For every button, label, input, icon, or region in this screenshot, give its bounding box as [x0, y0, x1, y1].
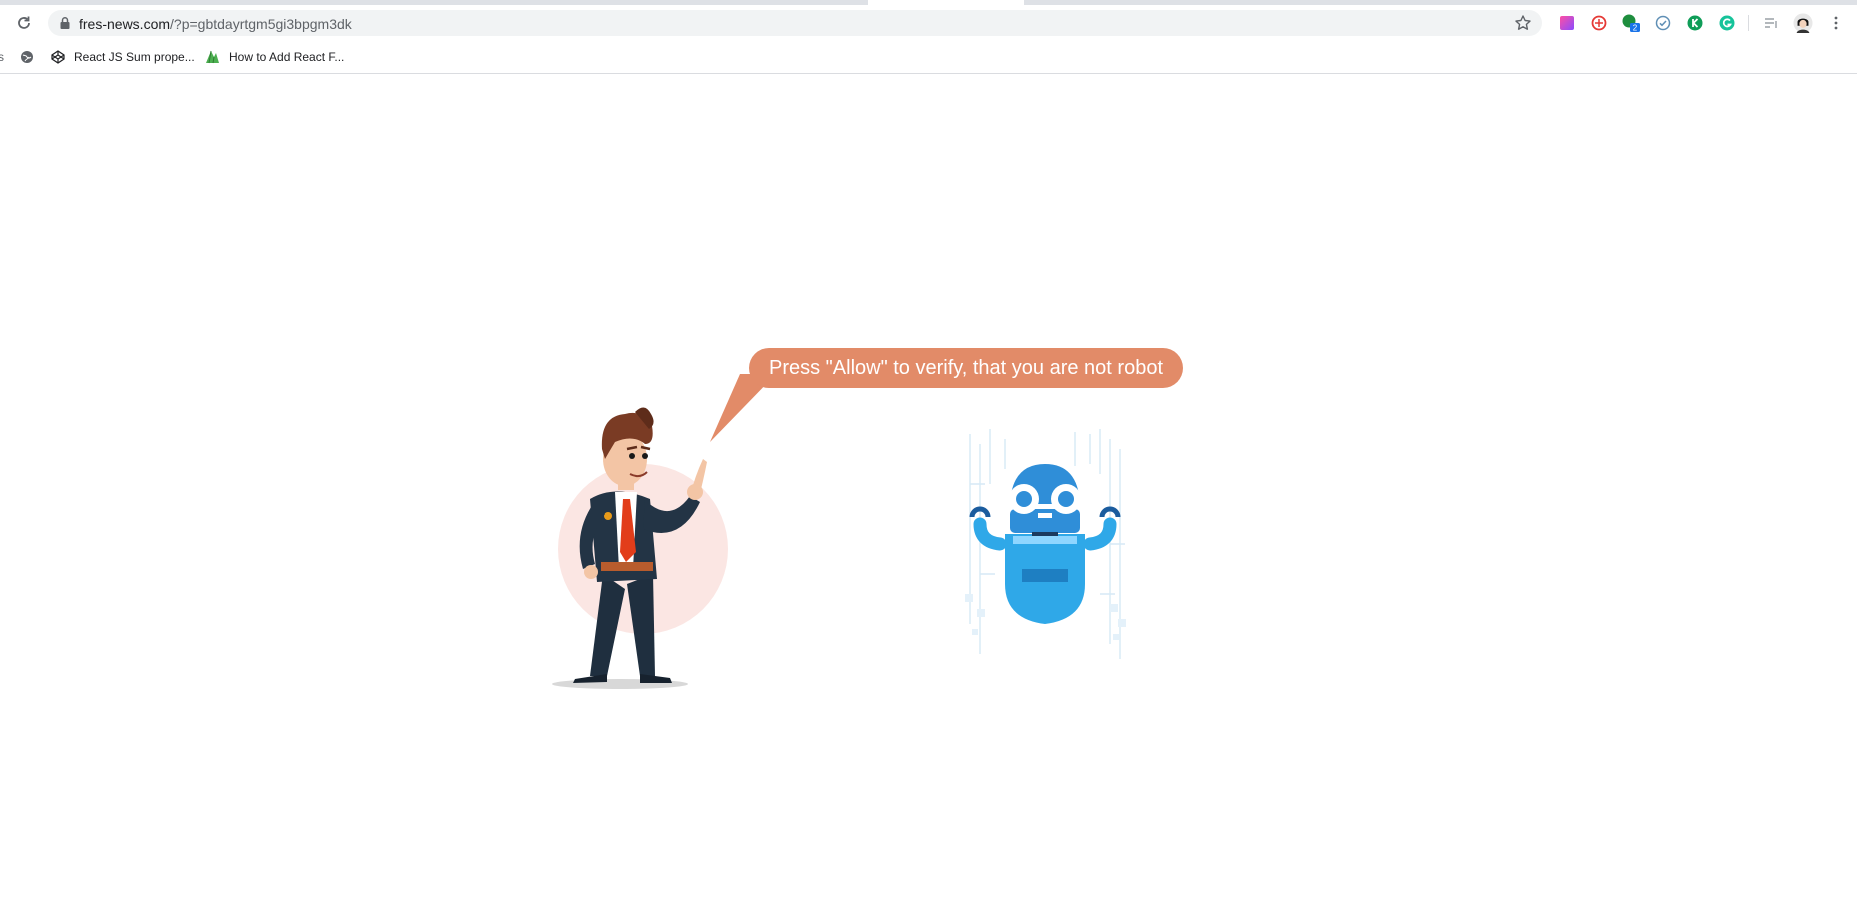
- browser-toolbar: fres-news.com/?p=gbtdayrtgm5gi3bpgm3dk 2: [0, 5, 1857, 41]
- bookmark-globe[interactable]: [20, 47, 43, 67]
- speech-bubble: Press "Allow" to verify, that you are no…: [749, 348, 1184, 388]
- robot-illustration: [965, 429, 1126, 659]
- codepen-icon: [51, 50, 65, 64]
- reload-button[interactable]: [14, 13, 34, 33]
- bookmark-item-add-react[interactable]: How to Add React F...: [205, 47, 344, 67]
- toolbar-divider: [1748, 15, 1749, 31]
- page-content: Press "Allow" to verify, that you are no…: [0, 74, 1857, 908]
- url-path: /?p=gbtdayrtgm5gi3bpgm3dk: [170, 16, 352, 32]
- url-host: fres-news.com: [79, 16, 171, 32]
- overflow-glyph: s: [0, 50, 4, 64]
- more-menu-icon[interactable]: [1826, 13, 1846, 33]
- extension-badge: 2: [1633, 24, 1638, 33]
- bookmark-item-react-sum[interactable]: React JS Sum prope...: [51, 47, 195, 67]
- grammarly-icon[interactable]: [1717, 13, 1737, 33]
- bookmarks-bar: s React JS Sum prope... How to Add React…: [0, 41, 1857, 74]
- bookmarks-overflow[interactable]: s: [0, 47, 4, 67]
- check-circle-extension-icon[interactable]: [1653, 13, 1673, 33]
- bookmark-star-icon[interactable]: [1514, 14, 1532, 32]
- url-text[interactable]: fres-news.com/?p=gbtdayrtgm5gi3bpgm3dk: [79, 16, 352, 32]
- businessman-illustration: [552, 407, 728, 689]
- gradient-extension-icon[interactable]: [1557, 13, 1577, 33]
- reload-icon: [18, 16, 30, 29]
- k-extension-icon[interactable]: [1685, 13, 1705, 33]
- address-bar[interactable]: fres-news.com/?p=gbtdayrtgm5gi3bpgm3dk: [48, 10, 1542, 36]
- globe-icon: [21, 51, 33, 63]
- bookmark-label: React JS Sum prope...: [74, 50, 195, 64]
- profile-avatar[interactable]: [1793, 13, 1813, 33]
- bookmark-label: How to Add React F...: [229, 50, 345, 64]
- reading-list-icon[interactable]: [1761, 13, 1781, 33]
- green-logo-icon: [206, 50, 219, 64]
- red-target-extension-icon[interactable]: [1589, 13, 1609, 33]
- lock-icon[interactable]: [58, 16, 72, 30]
- green-chat-extension-icon[interactable]: 2: [1621, 13, 1641, 33]
